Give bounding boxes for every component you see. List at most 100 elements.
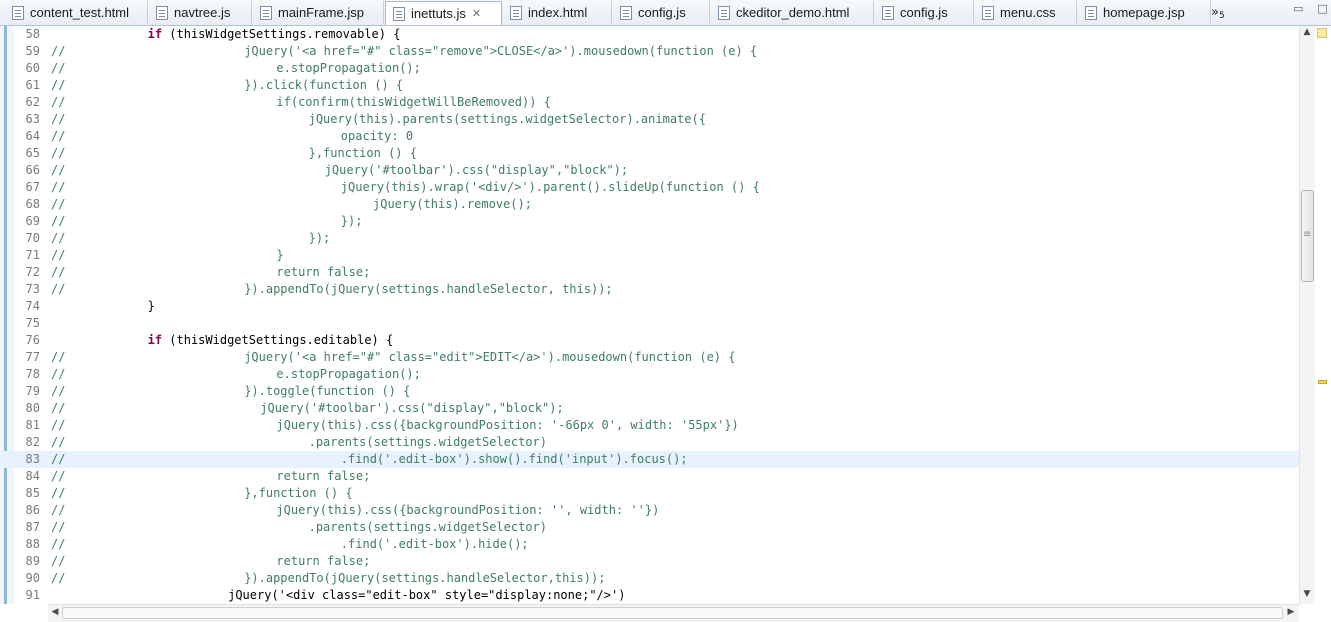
comment-marker: // (51, 350, 66, 364)
comment-marker: // (51, 214, 66, 228)
code-line[interactable]: 77 // jQuery('<a href="#" class="edit">EDI… (0, 349, 1299, 366)
code-line[interactable]: 58 if (thisWidgetSettings.removable) { (0, 26, 1299, 43)
file-icon (718, 5, 730, 20)
line-number: 65 (25, 146, 40, 160)
tab-homepage-jsp[interactable]: homepage.jsp (1078, 1, 1211, 24)
line-number: 62 (25, 95, 40, 109)
line-number: 84 (25, 469, 40, 483)
code-text: }).appendTo(jQuery(settings.handleSelect… (244, 282, 613, 296)
horizontal-scrollbar[interactable]: ◀ ▶ (48, 604, 1299, 622)
code-text: jQuery('<a href="#" class="edit">EDIT</a… (244, 350, 736, 364)
code-line[interactable]: 88 // .find('.edit-box').hide(); (0, 536, 1299, 553)
code-line[interactable]: 87 // .parents(settings.widgetSelector) (0, 519, 1299, 536)
overview-status-marker[interactable] (1317, 28, 1327, 38)
code-editor[interactable]: 58 if (thisWidgetSettings.removable) {59 /… (0, 26, 1331, 604)
minimize-icon[interactable]: ▭ (1293, 2, 1303, 15)
tab-config-js[interactable]: config.js (875, 1, 974, 24)
code-line[interactable]: 84 // return false; (0, 468, 1299, 485)
tab-menu-css[interactable]: menu.css (975, 1, 1077, 24)
code-line[interactable]: 60 // e.stopPropagation(); (0, 60, 1299, 77)
tab-mainframe-jsp[interactable]: mainFrame.jsp (253, 1, 384, 24)
code-line[interactable]: 69 //}); (0, 213, 1299, 230)
code-line[interactable]: 64 // opacity: 0 (0, 128, 1299, 145)
line-number: 69 (25, 214, 40, 228)
tab-label: inettuts.js (411, 6, 466, 21)
code-area[interactable]: 58 if (thisWidgetSettings.removable) {59 /… (0, 26, 1299, 604)
maximize-icon[interactable]: □ (1317, 2, 1327, 15)
code-line[interactable]: 70 //}); (0, 230, 1299, 247)
code-text: .parents(settings.widgetSelector) (308, 520, 548, 534)
line-number: 80 (25, 401, 40, 415)
code-text: .parents(settings.widgetSelector) (308, 435, 548, 449)
code-line[interactable]: 65 //},function () { (0, 145, 1299, 162)
close-icon[interactable]: ✕ (472, 7, 481, 20)
code-line[interactable]: 81 // jQuery(this).css({backgroundPosition… (0, 417, 1299, 434)
code-text: .find('.edit-box').show().find('input').… (340, 452, 688, 466)
chevron-double-icon: » (1211, 4, 1219, 20)
code-line[interactable]: 67 // jQuery(this).wrap('<div/>').parent()… (0, 179, 1299, 196)
code-text: e.stopPropagation(); (276, 61, 421, 75)
tab-config-js[interactable]: config.js (613, 1, 710, 24)
code-line[interactable]: 79 //}).toggle(function () { (0, 383, 1299, 400)
line-number: 77 (25, 350, 40, 364)
line-number: 71 (25, 248, 40, 262)
code-line[interactable]: 75 (0, 315, 1299, 332)
tab-ckeditor-demo-html[interactable]: ckeditor_demo.html (711, 1, 874, 24)
line-number: 66 (25, 163, 40, 177)
file-icon (260, 5, 272, 20)
tab-inettuts-js[interactable]: inettuts.js ✕ (385, 1, 502, 25)
code-line[interactable]: 89 // return false; (0, 553, 1299, 570)
comment-marker: // (51, 282, 66, 296)
code-line[interactable]: 72 // return false; (0, 264, 1299, 281)
comment-marker: // (51, 44, 66, 58)
line-number: 85 (25, 486, 40, 500)
code-line[interactable]: 61 //}).click(function () { (0, 77, 1299, 94)
code-line[interactable]: 71 //} (0, 247, 1299, 264)
tab-label: menu.css (1000, 5, 1056, 20)
line-number: 67 (25, 180, 40, 194)
code-line[interactable]: 76 if (thisWidgetSettings.editable) { (0, 332, 1299, 349)
code-line[interactable]: 91 jQuery('<div class="edit-box" style="d… (0, 587, 1299, 604)
code-line[interactable]: 59 // jQuery('<a href="#" class="remove">C… (0, 43, 1299, 60)
comment-marker: // (51, 571, 66, 585)
code-line[interactable]: 80 // jQuery('#toolbar').css("display","bl… (0, 400, 1299, 417)
horizontal-scroll-thumb[interactable] (62, 607, 1283, 619)
code-text: return false; (276, 265, 371, 279)
tab-label: homepage.jsp (1103, 5, 1185, 20)
code-text: } (276, 248, 284, 262)
code-line[interactable]: 82 // .parents(settings.widgetSelector) (0, 434, 1299, 451)
comment-marker: // (51, 78, 66, 92)
line-number: 82 (25, 435, 40, 449)
vertical-scroll-thumb[interactable] (1301, 190, 1314, 282)
code-line[interactable]: 63 // jQuery(this).parents(settings.widget… (0, 111, 1299, 128)
code-line[interactable]: 74} (0, 298, 1299, 315)
comment-marker: // (51, 146, 66, 160)
overview-annotation-marker[interactable] (1318, 380, 1327, 384)
code-line[interactable]: 62 // if(confirm(thisWidgetWillBeRemoved))… (0, 94, 1299, 111)
tab-overflow-button[interactable]: » 5 (1211, 0, 1225, 24)
line-number: 83 (25, 452, 40, 466)
code-line[interactable]: 68 // jQuery(this).remove(); (0, 196, 1299, 213)
scroll-left-icon[interactable]: ◀ (48, 607, 62, 617)
tab-content-test-html[interactable]: content_test.html (5, 1, 148, 24)
file-icon (12, 5, 24, 20)
comment-marker: // (51, 180, 66, 194)
code-line[interactable]: 86 // jQuery(this).css({backgroundPosition… (0, 502, 1299, 519)
tab-navtree-js[interactable]: navtree.js (149, 1, 252, 24)
file-icon (882, 5, 894, 20)
code-text: jQuery('#toolbar').css("display","block"… (324, 163, 629, 177)
scroll-down-icon[interactable]: ▼ (1300, 589, 1314, 599)
code-text: e.stopPropagation(); (276, 367, 421, 381)
code-line[interactable]: 85 //},function () { (0, 485, 1299, 502)
vertical-scrollbar[interactable]: ▲ ▼ (1299, 26, 1316, 604)
comment-marker: // (51, 554, 66, 568)
code-line[interactable]: 78 // e.stopPropagation(); (0, 366, 1299, 383)
comment-marker: // (51, 435, 66, 449)
scroll-up-icon[interactable]: ▲ (1300, 27, 1314, 37)
code-line[interactable]: 90 //}).appendTo(jQuery(settings.handleSe… (0, 570, 1299, 587)
code-line[interactable]: 66 // jQuery('#toolbar').css("display","bl… (0, 162, 1299, 179)
code-line[interactable]: 83 // .find('.edit-box').show().find('inpu… (0, 451, 1299, 468)
code-line[interactable]: 73 //}).appendTo(jQuery(settings.handleSe… (0, 281, 1299, 298)
tab-index-html[interactable]: index.html (503, 1, 612, 24)
scroll-right-icon[interactable]: ▶ (1284, 607, 1298, 617)
